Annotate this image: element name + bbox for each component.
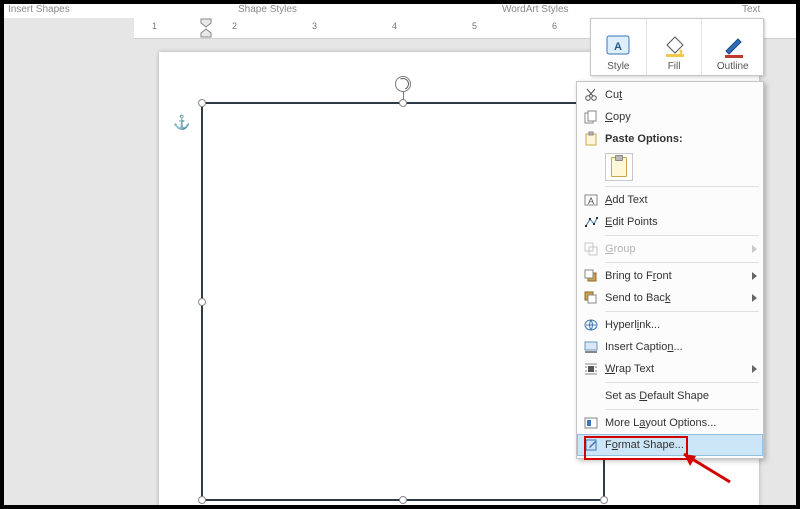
svg-text:A: A (614, 41, 622, 53)
menu-separator (605, 382, 759, 383)
outline-pen-icon (720, 33, 746, 59)
menu-copy[interactable]: Copy (577, 106, 763, 128)
menu-insert-caption[interactable]: Insert Caption... (577, 336, 763, 358)
menu-more-layout-options-label: More Layout Options... (605, 417, 757, 429)
menu-edit-points-label: Edit Points (605, 216, 757, 228)
menu-separator (605, 235, 759, 236)
mini-toolbar-fill-label: Fill (668, 61, 681, 72)
menu-separator (605, 186, 759, 187)
menu-separator (605, 409, 759, 410)
send-to-back-icon (581, 288, 601, 308)
resize-handle-nw[interactable] (198, 99, 206, 107)
resize-handle-s[interactable] (399, 496, 407, 504)
menu-copy-label: Copy (605, 111, 757, 123)
menu-more-layout-options[interactable]: More Layout Options... (577, 412, 763, 434)
hyperlink-icon (581, 315, 601, 335)
mini-toolbar-outline-label: Outline (717, 61, 749, 72)
resize-handle-w[interactable] (198, 298, 206, 306)
menu-group-label: Group (605, 243, 748, 255)
submenu-arrow-icon (752, 245, 757, 253)
mini-toolbar-fill[interactable]: Fill (646, 19, 702, 75)
copy-icon (581, 107, 601, 127)
mini-toolbar: A Style Fill Outline (590, 18, 764, 76)
menu-paste-options-header: Paste Options: (577, 128, 763, 150)
rectangle-shape[interactable] (201, 102, 605, 501)
submenu-arrow-icon (752, 365, 757, 373)
mini-toolbar-style[interactable]: A Style (591, 19, 646, 75)
screenshot-frame: Insert Shapes Shape Styles WordArt Style… (0, 0, 800, 509)
ruler-number: 3 (312, 21, 317, 31)
group-icon (581, 239, 601, 259)
paste-icon (581, 129, 601, 149)
menu-separator (605, 311, 759, 312)
object-anchor-icon: ⚓ (173, 114, 190, 131)
ribbon-group-shape-styles: Shape Styles (238, 4, 297, 15)
svg-text:A: A (588, 196, 594, 206)
add-text-icon: A (581, 190, 601, 210)
format-shape-icon (581, 435, 601, 455)
menu-group: Group (577, 238, 763, 260)
ribbon-group-insert-shapes: Insert Shapes (8, 4, 70, 15)
menu-send-to-back-label: Send to Back (605, 292, 748, 304)
indent-marker-first-line[interactable] (200, 18, 212, 28)
menu-separator (605, 262, 759, 263)
menu-add-text-label: Add Text (605, 194, 757, 206)
menu-wrap-text[interactable]: Wrap Text (577, 358, 763, 380)
menu-cut[interactable]: Cut (577, 84, 763, 106)
resize-handle-se[interactable] (600, 496, 608, 504)
clipboard-icon (611, 157, 627, 177)
ruler-number: 4 (392, 21, 397, 31)
ruler-number: 1 (152, 21, 157, 31)
blank-icon (581, 386, 601, 406)
menu-set-as-default-shape-label: Set as Default Shape (605, 390, 757, 402)
ribbon-group-text: Text (742, 4, 760, 15)
menu-edit-points[interactable]: Edit Points (577, 211, 763, 233)
resize-handle-sw[interactable] (198, 496, 206, 504)
paste-options-gallery (577, 150, 763, 184)
layout-icon (581, 413, 601, 433)
caption-icon (581, 337, 601, 357)
mini-toolbar-outline[interactable]: Outline (701, 19, 763, 75)
menu-add-text[interactable]: A Add Text (577, 189, 763, 211)
rotation-handle[interactable] (395, 76, 411, 92)
menu-bring-to-front-label: Bring to Front (605, 270, 748, 282)
menu-hyperlink[interactable]: Hyperlink... (577, 314, 763, 336)
menu-bring-to-front[interactable]: Bring to Front (577, 265, 763, 287)
menu-format-shape-label: Format Shape... (605, 439, 757, 451)
menu-hyperlink-label: Hyperlink... (605, 319, 757, 331)
indent-marker-hanging[interactable] (200, 28, 212, 38)
menu-cut-label: Cut (605, 89, 757, 101)
shape-context-menu: Cut Copy Paste Options: A Add Text (576, 81, 764, 459)
menu-paste-options-label: Paste Options: (605, 133, 757, 145)
style-gallery-icon: A (605, 33, 631, 59)
menu-send-to-back[interactable]: Send to Back (577, 287, 763, 309)
mini-toolbar-style-label: Style (607, 61, 629, 72)
menu-wrap-text-label: Wrap Text (605, 363, 748, 375)
menu-format-shape[interactable]: Format Shape... (577, 434, 763, 456)
menu-insert-caption-label: Insert Caption... (605, 341, 757, 353)
ribbon-group-labels: Insert Shapes Shape Styles WordArt Style… (4, 4, 796, 18)
resize-handle-n[interactable] (399, 99, 407, 107)
workspace: 1 2 3 4 5 6 7 ⚓ (4, 18, 796, 505)
paste-option-keep-source[interactable] (605, 153, 633, 181)
menu-set-as-default-shape[interactable]: Set as Default Shape (577, 385, 763, 407)
scissors-icon (581, 85, 601, 105)
ribbon-group-wordart-styles: WordArt Styles (502, 4, 569, 15)
fill-bucket-icon (661, 33, 687, 59)
submenu-arrow-icon (752, 294, 757, 302)
edit-points-icon (581, 212, 601, 232)
ruler-number: 6 (552, 21, 557, 31)
wrap-text-icon (581, 359, 601, 379)
ruler-number: 2 (232, 21, 237, 31)
bring-to-front-icon (581, 266, 601, 286)
submenu-arrow-icon (752, 272, 757, 280)
ruler-number: 5 (472, 21, 477, 31)
